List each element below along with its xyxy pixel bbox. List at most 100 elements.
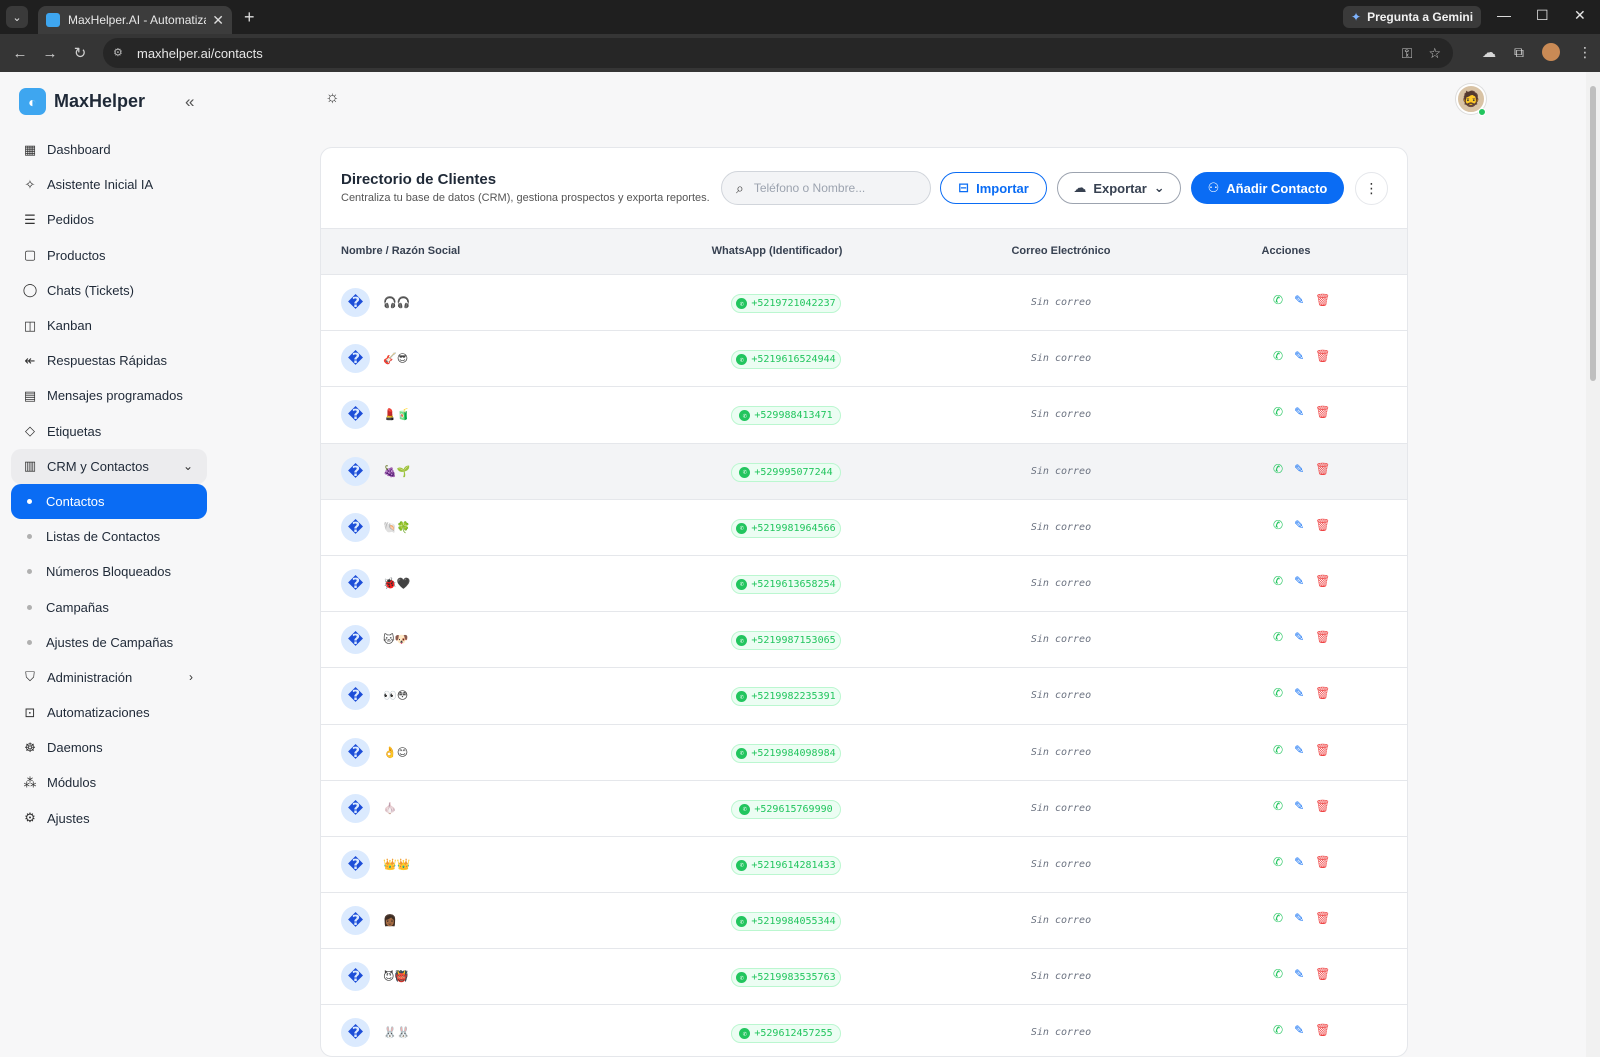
edit-icon[interactable]: ✎ [1294, 743, 1304, 757]
trash-icon[interactable]: 🗑 [1315, 349, 1330, 363]
address-bar[interactable]: ⚙ maxhelper.ai/contacts ⚿ ☆ [103, 38, 1453, 68]
column-header-whatsapp[interactable]: WhatsApp (Identificador) [701, 245, 853, 257]
edit-icon[interactable]: ✎ [1294, 574, 1304, 588]
edit-icon[interactable]: ✎ [1294, 293, 1304, 307]
whatsapp-badge[interactable]: ✆ +5219721042237 [731, 294, 841, 313]
whatsapp-badge[interactable]: ✆ +5219616524944 [731, 350, 841, 370]
bookmark-star-icon[interactable]: ☆ [1428, 45, 1441, 62]
reload-button[interactable]: ↻ [65, 44, 95, 62]
edit-icon[interactable]: ✎ [1294, 967, 1304, 981]
whatsapp-chat-icon[interactable]: ✆ [1273, 293, 1283, 307]
back-button[interactable]: ← [5, 45, 35, 62]
whatsapp-chat-icon[interactable]: ✆ [1273, 462, 1283, 476]
table-row[interactable]: � 👑👑 ✆ +5219614281433 Sin correo ✆ ✎ 🗑 [321, 837, 1407, 894]
trash-icon[interactable]: 🗑 [1315, 405, 1330, 419]
edit-icon[interactable]: ✎ [1294, 855, 1304, 869]
whatsapp-chat-icon[interactable]: ✆ [1273, 518, 1283, 532]
sidebar-subitem-bloqueados[interactable]: Números Bloqueados [11, 554, 207, 589]
sidebar-item-etiquetas[interactable]: ◇ Etiquetas [11, 414, 207, 449]
sidebar-item-productos[interactable]: ▢ Productos [11, 238, 207, 273]
more-options-button[interactable]: ⋮ [1355, 172, 1388, 205]
whatsapp-chat-icon[interactable]: ✆ [1273, 574, 1283, 588]
whatsapp-chat-icon[interactable]: ✆ [1273, 349, 1283, 363]
whatsapp-badge[interactable]: ✆ +529988413471 [731, 406, 841, 426]
scrollbar-thumb[interactable] [1590, 86, 1596, 381]
edit-icon[interactable]: ✎ [1294, 405, 1304, 419]
brand[interactable]: ◐ MaxHelper [19, 88, 145, 115]
browser-menu-icon[interactable]: ⋮ [1578, 44, 1592, 61]
trash-icon[interactable]: 🗑 [1315, 911, 1330, 925]
collapse-sidebar-icon[interactable]: « [185, 92, 194, 112]
whatsapp-badge[interactable]: ✆ +5219987153065 [731, 631, 841, 651]
whatsapp-chat-icon[interactable]: ✆ [1273, 855, 1283, 869]
table-row[interactable]: � 🎸😎 ✆ +5219616524944 Sin correo ✆ ✎ 🗑 [321, 331, 1407, 388]
profile-avatar[interactable] [1542, 43, 1560, 61]
cloud-icon[interactable]: ☁ [1482, 44, 1496, 61]
sidebar-subitem-campanas[interactable]: Campañas [11, 589, 207, 624]
trash-icon[interactable]: 🗑 [1315, 293, 1330, 307]
trash-icon[interactable]: 🗑 [1315, 743, 1330, 757]
trash-icon[interactable]: 🗑 [1315, 1023, 1330, 1037]
sidebar-item-modulos[interactable]: ⁂ Módulos [11, 765, 207, 800]
edit-icon[interactable]: ✎ [1294, 462, 1304, 476]
edit-icon[interactable]: ✎ [1294, 518, 1304, 532]
edit-icon[interactable]: ✎ [1294, 630, 1304, 644]
close-window-button[interactable]: ✕ [1574, 7, 1586, 24]
export-button[interactable]: ☁ Exportar ⌄ [1057, 172, 1181, 204]
sidebar-item-chats[interactable]: ◯ Chats (Tickets) [11, 273, 207, 308]
whatsapp-chat-icon[interactable]: ✆ [1273, 1023, 1283, 1037]
whatsapp-chat-icon[interactable]: ✆ [1273, 911, 1283, 925]
sidebar-item-administracion[interactable]: ⛉ Administración › [11, 660, 207, 695]
search-input[interactable] [753, 181, 904, 195]
sidebar-subitem-ajustes-campanas[interactable]: Ajustes de Campañas [11, 625, 207, 660]
whatsapp-badge[interactable]: ✆ +529615769990 [731, 799, 841, 819]
edit-icon[interactable]: ✎ [1294, 911, 1304, 925]
edit-icon[interactable]: ✎ [1294, 349, 1304, 363]
table-row[interactable]: � 💄🧃 ✆ +529988413471 Sin correo ✆ ✎ 🗑 [321, 387, 1407, 444]
gemini-button[interactable]: ✦ Pregunta a Gemini [1343, 6, 1482, 28]
password-key-icon[interactable]: ⚿ [1402, 45, 1413, 62]
column-header-name[interactable]: Nombre / Razón Social [341, 245, 460, 257]
column-header-email[interactable]: Correo Electrónico [991, 245, 1131, 257]
whatsapp-badge[interactable]: ✆ +5219984098984 [731, 743, 841, 763]
whatsapp-chat-icon[interactable]: ✆ [1273, 799, 1283, 813]
new-tab-button[interactable]: + [244, 7, 255, 28]
whatsapp-badge[interactable]: ✆ +5219982235391 [731, 687, 841, 707]
table-row[interactable]: � 👌😊 ✆ +5219984098984 Sin correo ✆ ✎ 🗑 [321, 725, 1407, 781]
whatsapp-chat-icon[interactable]: ✆ [1273, 630, 1283, 644]
whatsapp-badge[interactable]: ✆ +5219614281433 [731, 855, 841, 875]
table-row[interactable]: � 👩🏾 ✆ +5219984055344 Sin correo ✆ ✎ 🗑 [321, 893, 1407, 950]
whatsapp-chat-icon[interactable]: ✆ [1273, 686, 1283, 700]
maximize-button[interactable]: ☐ [1536, 7, 1549, 24]
table-row[interactable]: � 🐰🐰 ✆ +529612457255 Sin correo ✆ ✎ 🗑 [321, 1005, 1407, 1056]
tab-search-button[interactable]: ⌄ [6, 6, 28, 28]
trash-icon[interactable]: 🗑 [1315, 967, 1330, 981]
sidebar-item-automatizaciones[interactable]: ⊡ Automatizaciones [11, 695, 207, 730]
import-button[interactable]: ⊟ Importar [940, 172, 1047, 204]
site-info-icon[interactable]: ⚙ [113, 46, 127, 60]
table-row[interactable]: � 😈👹 ✆ +5219983535763 Sin correo ✆ ✎ 🗑 [321, 949, 1407, 1006]
whatsapp-badge[interactable]: ✆ +5219983535763 [731, 968, 841, 988]
whatsapp-badge[interactable]: ✆ +529995077244 [731, 462, 841, 482]
search-box[interactable]: ⌕ [721, 171, 931, 205]
whatsapp-chat-icon[interactable]: ✆ [1273, 405, 1283, 419]
trash-icon[interactable]: 🗑 [1315, 799, 1330, 813]
extensions-icon[interactable]: ⧉ [1514, 44, 1524, 61]
sidebar-subitem-contactos[interactable]: Contactos [11, 483, 207, 520]
trash-icon[interactable]: 🗑 [1315, 630, 1330, 644]
sidebar-item-ajustes[interactable]: ⚙ Ajustes [11, 801, 207, 836]
trash-icon[interactable]: 🗑 [1315, 855, 1330, 869]
sidebar-item-respuestas[interactable]: ↞ Respuestas Rápidas [11, 343, 207, 378]
trash-icon[interactable]: 🗑 [1315, 518, 1330, 532]
edit-icon[interactable]: ✎ [1294, 1023, 1304, 1037]
sidebar-item-kanban[interactable]: ◫ Kanban [11, 308, 207, 343]
table-row[interactable]: � 🐚🍀 ✆ +5219981964566 Sin correo ✆ ✎ 🗑 [321, 500, 1407, 556]
trash-icon[interactable]: 🗑 [1315, 686, 1330, 700]
sidebar-item-dashboard[interactable]: ▦ Dashboard [11, 132, 207, 167]
sidebar-item-pedidos[interactable]: ☰ Pedidos [11, 202, 207, 237]
sidebar-item-daemons[interactable]: ☸ Daemons [11, 730, 207, 765]
table-row[interactable]: � 🐞🖤 ✆ +5219613658254 Sin correo ✆ ✎ 🗑 [321, 556, 1407, 613]
edit-icon[interactable]: ✎ [1294, 686, 1304, 700]
whatsapp-badge[interactable]: ✆ +5219984055344 [731, 912, 841, 932]
table-row[interactable]: � 🐱🐶 ✆ +5219987153065 Sin correo ✆ ✎ 🗑 [321, 612, 1407, 669]
